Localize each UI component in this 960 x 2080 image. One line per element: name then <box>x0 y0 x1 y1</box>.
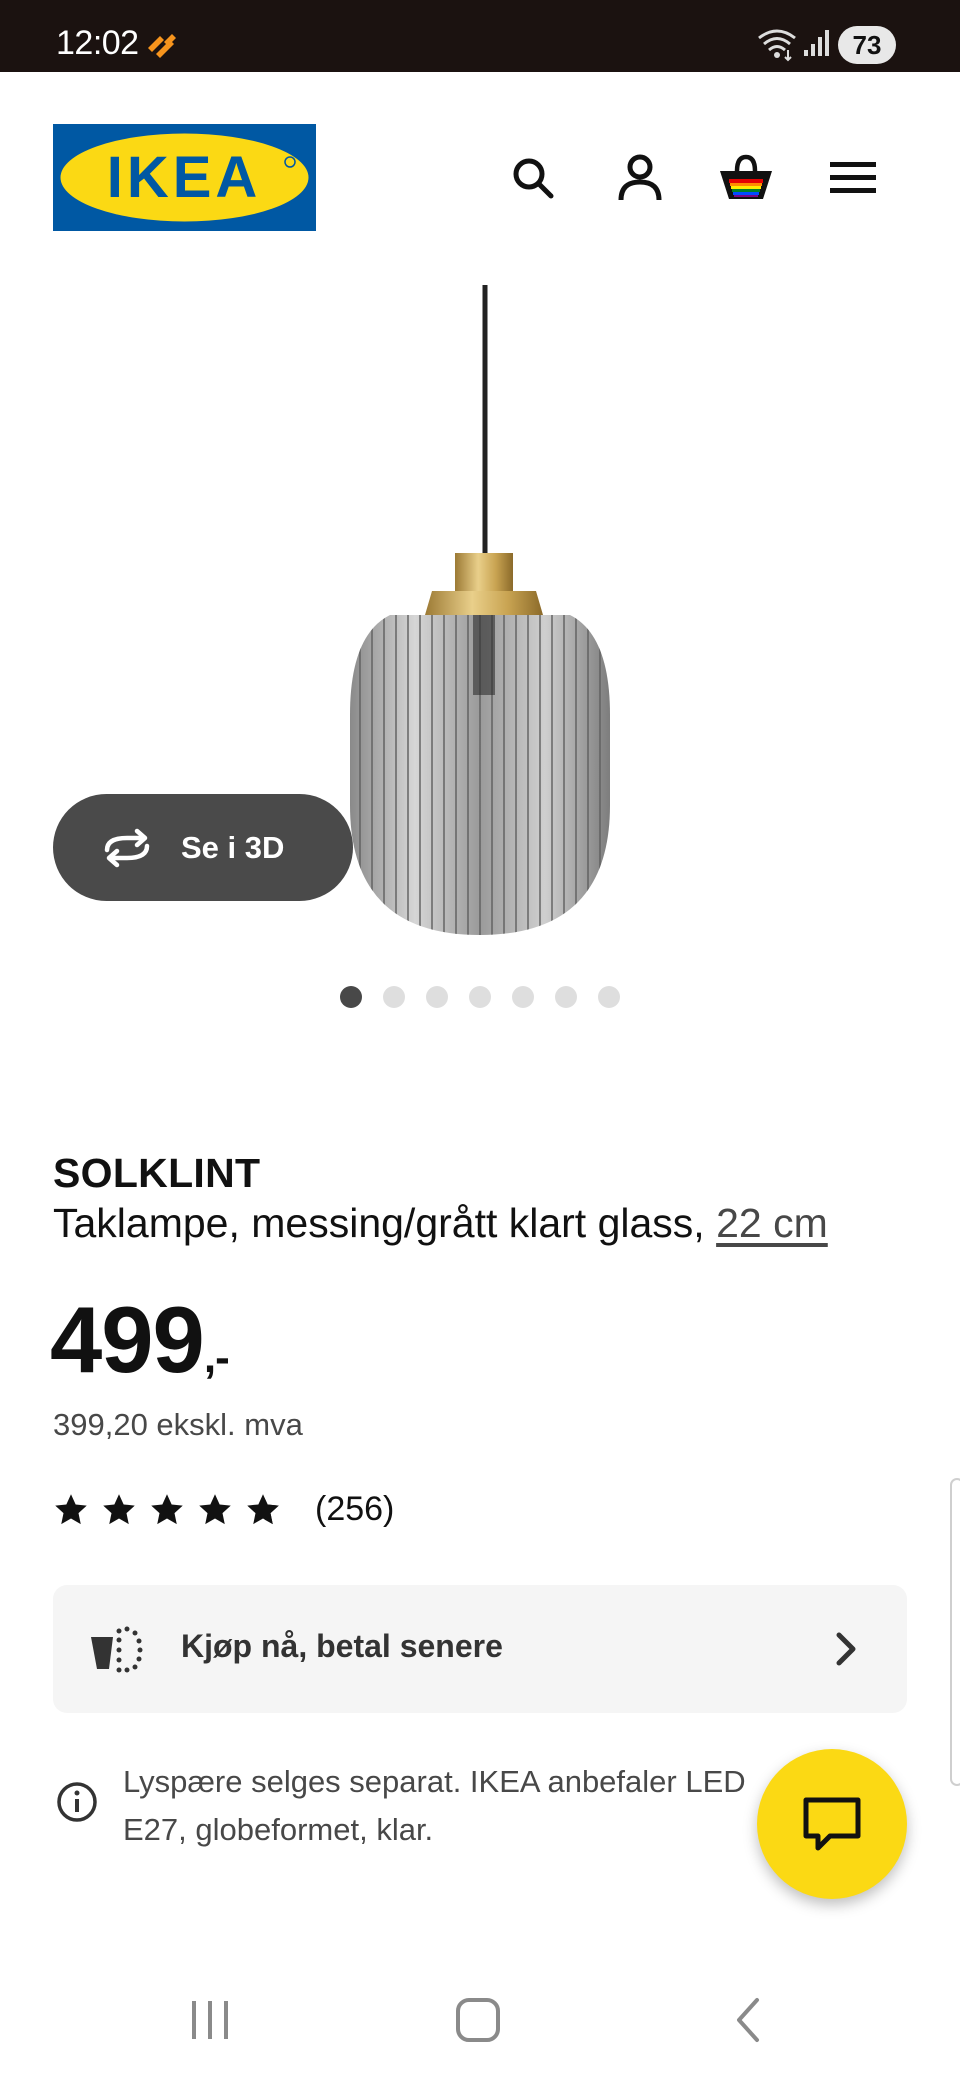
carousel-dot[interactable] <box>555 986 577 1008</box>
product-description-text: Taklampe, messing/grått klart glass, <box>53 1200 705 1246</box>
chat-bubble-icon <box>803 1797 861 1851</box>
cart-button[interactable] <box>706 138 786 218</box>
star-icon <box>199 1493 231 1524</box>
carousel-dot[interactable] <box>598 986 620 1008</box>
svg-text:IKEA: IKEA <box>107 145 262 210</box>
search-button[interactable] <box>493 138 573 218</box>
installment-payment-icon <box>91 1626 143 1673</box>
menu-icon <box>830 162 876 193</box>
wifi-icon <box>758 29 796 62</box>
rotate-3d-icon <box>104 828 150 867</box>
chevron-right-icon <box>836 1632 856 1666</box>
home-button[interactable] <box>438 1990 518 2050</box>
site-header: IKEA <box>0 72 960 272</box>
carousel-dot[interactable] <box>340 986 362 1008</box>
back-icon <box>737 1998 759 2042</box>
star-icon <box>151 1493 183 1524</box>
recent-apps-button[interactable] <box>170 1990 250 2050</box>
price-excl-vat: 399,20 ekskl. mva <box>53 1407 303 1442</box>
bulb-info-text: Lyspære selges separat. IKEA anbefaler L… <box>123 1764 746 1847</box>
battery-indicator: 73 <box>838 26 896 64</box>
buy-now-pay-later-button[interactable]: Kjøp nå, betal senere <box>53 1585 907 1713</box>
status-bar: 12:02 73 <box>0 0 960 72</box>
recent-apps-icon <box>192 2001 228 2039</box>
menu-button[interactable] <box>813 138 893 218</box>
chat-button[interactable] <box>757 1749 907 1899</box>
image-carousel-dots <box>340 986 620 1010</box>
system-navigation-bar <box>0 1960 960 2080</box>
see-in-3d-button[interactable]: Se i 3D <box>53 794 353 901</box>
home-icon <box>456 1998 500 2042</box>
carousel-dot[interactable] <box>469 986 491 1008</box>
account-button[interactable] <box>600 138 680 218</box>
product-size-link[interactable]: 22 cm <box>716 1200 828 1246</box>
carousel-dot[interactable] <box>383 986 405 1008</box>
rating-count: (256) <box>315 1490 395 1528</box>
product-price: 499,- <box>50 1287 230 1408</box>
buy-now-pay-later-label: Kjøp nå, betal senere <box>181 1628 503 1664</box>
half-star-icon <box>247 1493 279 1524</box>
back-button[interactable] <box>708 1990 788 2050</box>
scroll-handle[interactable] <box>950 1478 960 1786</box>
signal-icon <box>804 30 829 56</box>
star-icon <box>55 1493 87 1524</box>
price-suffix: ,- <box>203 1333 230 1382</box>
ikea-logo-graphic: IKEA <box>53 124 316 231</box>
cart-icon <box>720 154 772 199</box>
search-icon <box>513 158 554 199</box>
status-time: 12:02 <box>56 24 139 62</box>
info-icon <box>57 1782 97 1822</box>
rating-stars <box>53 1492 281 1528</box>
account-icon <box>618 154 662 201</box>
product-name: SOLKLINT <box>53 1150 261 1196</box>
carousel-dot[interactable] <box>426 986 448 1008</box>
product-rating[interactable]: (256) <box>53 1490 394 1529</box>
see-in-3d-label: Se i 3D <box>181 829 285 865</box>
price-value: 499 <box>50 1287 205 1392</box>
star-icon <box>103 1493 135 1524</box>
product-description: Taklampe, messing/grått klart glass, 22 … <box>53 1200 828 1247</box>
app-notification-icon <box>148 34 176 58</box>
ikea-logo[interactable]: IKEA <box>53 124 316 231</box>
carousel-dot[interactable] <box>512 986 534 1008</box>
